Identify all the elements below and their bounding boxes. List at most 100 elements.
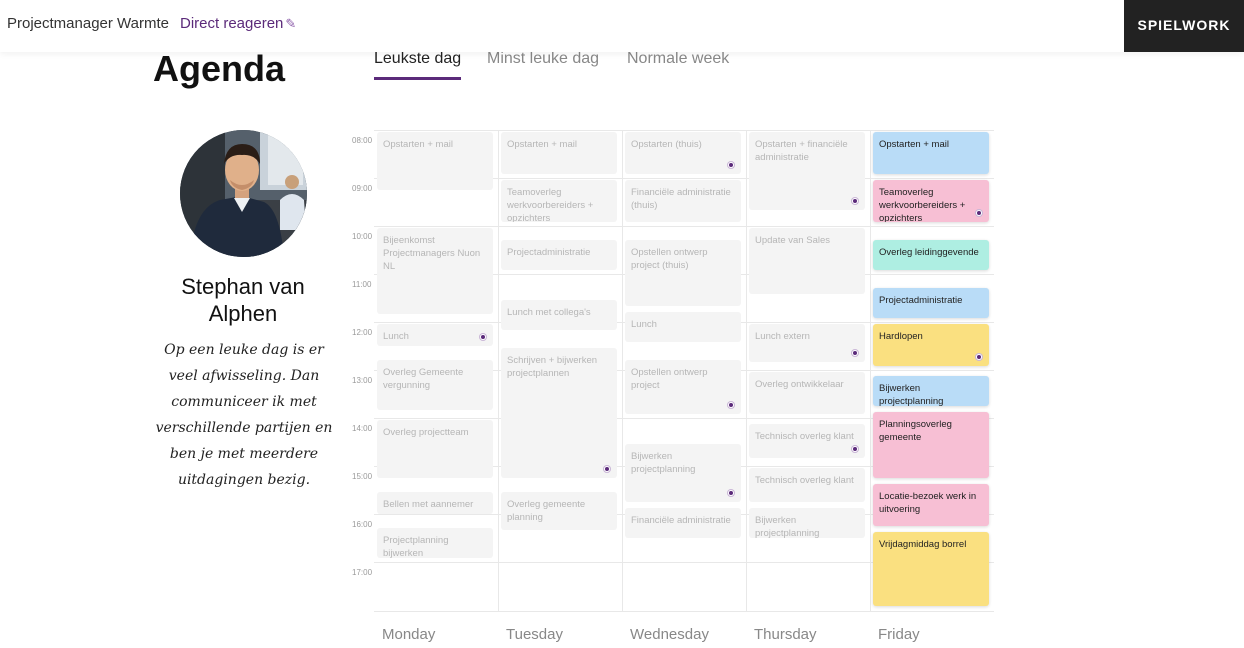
calendar-event[interactable]: Lunch extern [749, 324, 865, 362]
event-marker-icon [976, 354, 982, 360]
calendar-event[interactable]: Schrijven + bijwerken projectplannen [501, 348, 617, 478]
calendar-event[interactable]: Overleg ontwikkelaar [749, 372, 865, 414]
calendar-event[interactable]: Overleg gemeente planning [501, 492, 617, 530]
event-title: Lunch met collega's [507, 307, 591, 318]
event-title: Teamoverleg werkvoorbereiders + opzichte… [507, 187, 594, 222]
brand-logo[interactable]: SPIELWORK [1124, 0, 1244, 52]
calendar-event[interactable]: Projectplanning bijwerken [377, 528, 493, 558]
day-label: Tuesday [506, 626, 563, 643]
hour-label: 09:00 [352, 184, 373, 193]
tab-leukste-dag[interactable]: Leukste dag [374, 50, 462, 80]
calendar-event[interactable]: Update van Sales [749, 228, 865, 294]
event-marker-icon [728, 162, 734, 168]
event-marker-icon [852, 198, 858, 204]
event-title: Overleg projectteam [383, 427, 469, 438]
event-marker-icon [728, 402, 734, 408]
event-title: Overleg gemeente planning [507, 499, 586, 523]
hour-label: 16:00 [352, 520, 373, 529]
day-label: Monday [382, 626, 436, 643]
calendar-event[interactable]: Projectadministratie [873, 288, 989, 318]
calendar-event[interactable]: Opstellen ontwerp project [625, 360, 741, 414]
hour-label: 15:00 [352, 472, 373, 481]
hour-label: 08:00 [352, 136, 373, 145]
tab-minst-leuke-dag[interactable]: Minst leuke dag [487, 50, 599, 80]
apply-link[interactable]: Direct reageren ✎ [180, 15, 296, 32]
calendar-event[interactable]: Bijwerken projectplanning [873, 376, 989, 406]
calendar-event[interactable]: Teamoverleg werkvoorbereiders + opzichte… [501, 180, 617, 222]
calendar-event[interactable]: Overleg projectteam [377, 420, 493, 478]
event-title: Opstarten + financiële administratie [755, 139, 848, 163]
calendar-event[interactable]: Opstarten + mail [377, 132, 493, 190]
event-title: Bijwerken projectplanning [879, 383, 944, 406]
event-title: Technisch overleg klant [755, 475, 854, 486]
top-bar: Projectmanager Warmte Direct reageren ✎ S… [0, 0, 1244, 52]
calendar-event[interactable]: Opstarten + mail [501, 132, 617, 174]
event-title: Planningsoverleg gemeente [879, 419, 952, 443]
event-title: Lunch [631, 319, 657, 330]
calendar-event[interactable]: Technisch overleg klant [749, 424, 865, 458]
day-divider [498, 130, 499, 612]
calendar-event[interactable]: Bijeenkomst Projectmanagers Nuon NL [377, 228, 493, 314]
day-label: Wednesday [630, 626, 709, 643]
calendar-event[interactable]: Lunch [377, 324, 493, 346]
calendar-event[interactable]: Opstarten (thuis) [625, 132, 741, 174]
event-title: Projectplanning bijwerken [383, 535, 449, 558]
day-divider [870, 130, 871, 612]
calendar-event[interactable]: Vrijdagmiddag borrel [873, 532, 989, 606]
event-title: Teamoverleg werkvoorbereiders + opzichte… [879, 187, 966, 222]
event-title: Projectadministratie [879, 295, 963, 306]
event-marker-icon [852, 350, 858, 356]
hour-label: 14:00 [352, 424, 373, 433]
calendar-event[interactable]: Financiële administratie [625, 508, 741, 538]
calendar-event[interactable]: Teamoverleg werkvoorbereiders + opzichte… [873, 180, 989, 222]
calendar-event[interactable]: Lunch [625, 312, 741, 342]
event-title: Bellen met aannemer [383, 499, 474, 510]
page-title: Agenda [153, 48, 286, 89]
calendar-event[interactable]: Opstarten + mail [873, 132, 989, 174]
calendar-event[interactable]: Hardlopen [873, 324, 989, 366]
calendar-event[interactable]: Bijwerken projectplanning [625, 444, 741, 502]
event-title: Schrijven + bijwerken projectplannen [507, 355, 598, 379]
apply-label: Direct reageren [180, 15, 284, 32]
event-title: Opstarten + mail [879, 139, 949, 150]
event-title: Projectadministratie [507, 247, 591, 258]
event-title: Lunch [383, 331, 409, 342]
person-quote: Op een leuke dag is er veel afwisseling.… [155, 342, 333, 488]
calendar-event[interactable]: Overleg leidinggevende [873, 240, 989, 270]
day-divider [746, 130, 747, 612]
calendar-event[interactable]: Bellen met aannemer [377, 492, 493, 514]
calendar-event[interactable]: Technisch overleg klant [749, 468, 865, 502]
event-title: Vrijdagmiddag borrel [879, 539, 967, 550]
event-title: Bijwerken projectplanning [631, 451, 696, 475]
event-marker-icon [728, 490, 734, 496]
calendar-event[interactable]: Overleg Gemeente vergunning [377, 360, 493, 410]
calendar-event[interactable]: Locatie-bezoek werk in uitvoering [873, 484, 989, 526]
event-title: Overleg Gemeente vergunning [383, 367, 464, 391]
calendar-event[interactable]: Planningsoverleg gemeente [873, 412, 989, 478]
calendar-event[interactable]: Projectadministratie [501, 240, 617, 270]
calendar-event[interactable]: Bijwerken projectplanning [749, 508, 865, 538]
hour-gridline [374, 226, 994, 227]
event-title: Opstellen ontwerp project [631, 367, 708, 391]
hour-label: 17:00 [352, 568, 373, 577]
event-title: Overleg leidinggevende [879, 247, 979, 258]
event-title: Technisch overleg klant [755, 431, 854, 442]
event-title: Overleg ontwikkelaar [755, 379, 844, 390]
calendar-event[interactable]: Lunch met collega's [501, 300, 617, 330]
day-label: Thursday [754, 626, 817, 643]
week-calendar: 08:00 09:00 10:00 11:00 12:00 13:00 14:00 15:00… [350, 130, 1000, 648]
calendar-event[interactable]: Opstellen ontwerp project (thuis) [625, 240, 741, 306]
pencil-icon: ✎ [285, 16, 297, 31]
event-title: Lunch extern [755, 331, 810, 342]
tab-normale-week[interactable]: Normale week [627, 50, 729, 80]
calendar-event[interactable]: Financiële administratie (thuis) [625, 180, 741, 222]
event-marker-icon [976, 210, 982, 216]
job-title: Projectmanager Warmte [7, 15, 169, 32]
event-title: Opstarten + mail [507, 139, 577, 150]
profile-photo [180, 130, 307, 257]
calendar-event[interactable]: Opstarten + financiële administratie [749, 132, 865, 210]
hour-gridline [374, 130, 994, 131]
event-title: Locatie-bezoek werk in uitvoering [879, 491, 977, 515]
hour-label: 10:00 [352, 232, 373, 241]
day-label: Friday [878, 626, 920, 643]
